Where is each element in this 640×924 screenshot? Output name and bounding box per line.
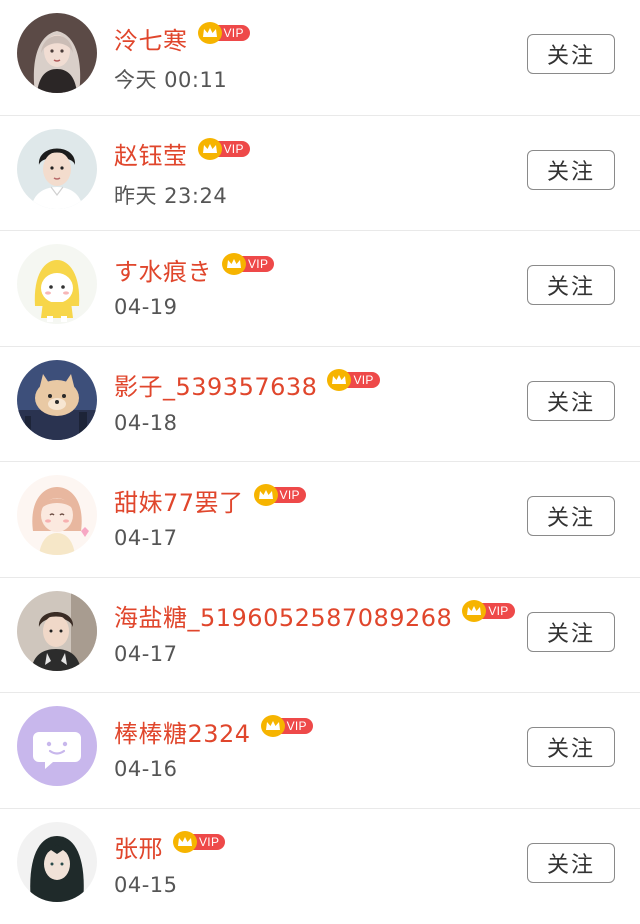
name-line: 棒棒糖2324 VIP	[114, 713, 313, 749]
vip-badge: VIP	[327, 369, 379, 391]
list-item[interactable]: 海盐糖_5196052587089268 VIP 04-17 关注	[0, 578, 640, 694]
user-name[interactable]: 影子_539357638	[114, 367, 317, 402]
crown-icon	[254, 484, 278, 506]
dog-cloud-avatar[interactable]	[17, 360, 97, 440]
young-man-portrait-avatar[interactable]	[17, 129, 97, 209]
user-name[interactable]: 甜妹77罢了	[114, 483, 244, 518]
follow-time: 04-17	[114, 642, 178, 666]
name-line: 影子_539357638 VIP	[114, 367, 380, 403]
name-line: 甜妹77罢了 VIP	[114, 482, 306, 518]
follow-time: 04-19	[114, 295, 178, 319]
young-man-photo-avatar[interactable]	[17, 591, 97, 671]
follow-button[interactable]: 关注	[527, 727, 615, 767]
user-name[interactable]: 张邢	[114, 829, 163, 864]
crown-icon	[261, 715, 285, 737]
chat-bubble-default-avatar[interactable]	[17, 706, 97, 786]
user-name[interactable]: 棒棒糖2324	[114, 714, 251, 749]
name-line: す水痕き VIP	[114, 251, 274, 287]
anime-character-avatar[interactable]	[17, 822, 97, 902]
list-item[interactable]: 张邢 VIP 04-15 关注	[0, 809, 640, 924]
follow-time: 04-15	[114, 873, 178, 897]
follow-time: 04-18	[114, 411, 178, 435]
vip-badge: VIP	[462, 600, 514, 622]
name-line: 张邢 VIP	[114, 829, 225, 865]
crown-icon	[222, 253, 246, 275]
crown-icon	[327, 369, 351, 391]
crown-icon	[173, 831, 197, 853]
list-item[interactable]: 棒棒糖2324 VIP 04-16 关注	[0, 693, 640, 809]
cartoon-girl-avatar[interactable]	[17, 475, 97, 555]
user-name[interactable]: す水痕き	[114, 252, 212, 287]
user-name[interactable]: 海盐糖_5196052587089268	[114, 598, 452, 633]
list-item[interactable]: 泠七寒 VIP 今天 00:11 关注	[0, 0, 640, 116]
crown-icon	[462, 600, 486, 622]
crown-icon	[198, 22, 222, 44]
vip-badge: VIP	[254, 484, 306, 506]
follower-list: 泠七寒 VIP 今天 00:11 关注	[0, 0, 640, 924]
anime-girl-avatar[interactable]	[17, 13, 97, 93]
name-line: 泠七寒 VIP	[114, 20, 250, 56]
follow-button[interactable]: 关注	[527, 843, 615, 883]
vip-badge: VIP	[173, 831, 225, 853]
list-item[interactable]: 赵钰莹 VIP 昨天 23:24 关注	[0, 116, 640, 232]
follow-button[interactable]: 关注	[527, 612, 615, 652]
list-item[interactable]: 影子_539357638 VIP 04-18 关注	[0, 347, 640, 463]
name-line: 赵钰莹 VIP	[114, 136, 250, 172]
user-name[interactable]: 赵钰莹	[114, 136, 188, 171]
vip-badge: VIP	[261, 715, 313, 737]
follow-button[interactable]: 关注	[527, 496, 615, 536]
list-item[interactable]: 甜妹77罢了 VIP 04-17 关注	[0, 462, 640, 578]
vip-badge: VIP	[198, 22, 250, 44]
vip-badge: VIP	[222, 253, 274, 275]
follow-button[interactable]: 关注	[527, 265, 615, 305]
yellow-raincoat-cartoon-avatar[interactable]	[17, 244, 97, 324]
name-line: 海盐糖_5196052587089268 VIP	[114, 598, 515, 634]
follow-button[interactable]: 关注	[527, 34, 615, 74]
follow-time: 昨天 23:24	[114, 180, 227, 210]
follow-time: 今天 00:11	[114, 64, 227, 94]
follow-button[interactable]: 关注	[527, 381, 615, 421]
list-item[interactable]: す水痕き VIP 04-19 关注	[0, 231, 640, 347]
crown-icon	[198, 138, 222, 160]
follow-time: 04-16	[114, 757, 178, 781]
user-name[interactable]: 泠七寒	[114, 21, 188, 56]
follow-time: 04-17	[114, 526, 178, 550]
follow-button[interactable]: 关注	[527, 150, 615, 190]
vip-badge: VIP	[198, 138, 250, 160]
